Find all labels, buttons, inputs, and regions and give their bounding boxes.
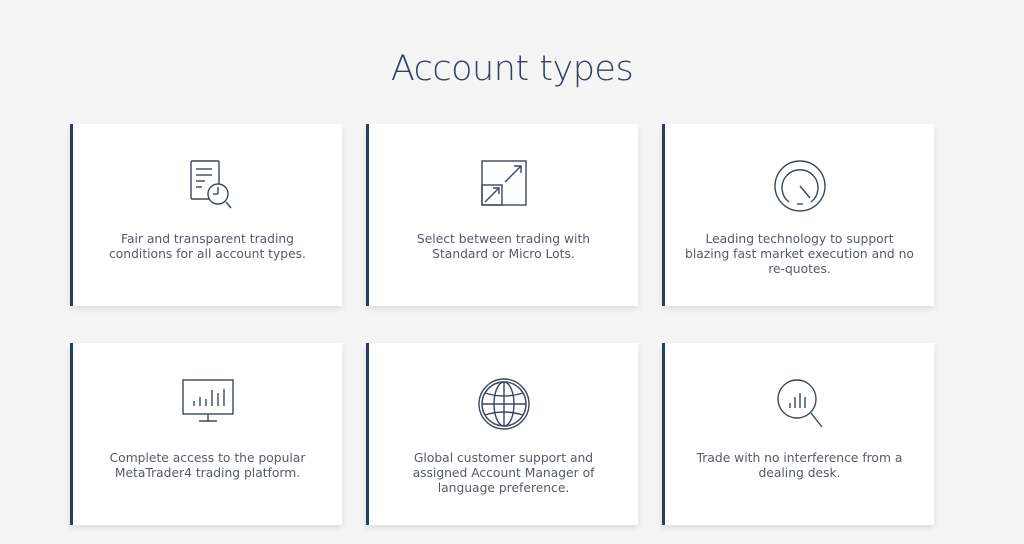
feature-description: Global customer support and assigned Acc…: [412, 451, 595, 495]
speedometer-icon: [770, 158, 830, 214]
feature-card-customer-support: Global customer support and assigned Acc…: [366, 343, 638, 525]
feature-card-no-dealing-desk: Trade with no interference from a dealin…: [662, 343, 934, 525]
feature-card-lot-sizes: Select between trading with Standard or …: [366, 124, 638, 306]
magnifier-chart-icon: [770, 377, 830, 433]
feature-description: Trade with no interference from a dealin…: [696, 451, 903, 480]
monitor-chart-icon: [178, 377, 238, 433]
feature-card-metatrader4: Complete access to the popular MetaTrade…: [70, 343, 342, 525]
feature-description: Leading technology to support blazing fa…: [685, 232, 914, 276]
feature-description: Select between trading with Standard or …: [416, 232, 591, 261]
document-search-icon: [178, 158, 238, 214]
feature-description: Complete access to the popular MetaTrade…: [109, 451, 306, 480]
feature-card-transparent-conditions: Fair and transparent trading conditions …: [70, 124, 342, 306]
feature-card-fast-execution: Leading technology to support blazing fa…: [662, 124, 934, 306]
page-title: Account types: [390, 49, 634, 90]
globe-icon: [474, 377, 534, 433]
resize-arrows-icon: [474, 158, 534, 214]
feature-description: Fair and transparent trading conditions …: [109, 232, 306, 261]
